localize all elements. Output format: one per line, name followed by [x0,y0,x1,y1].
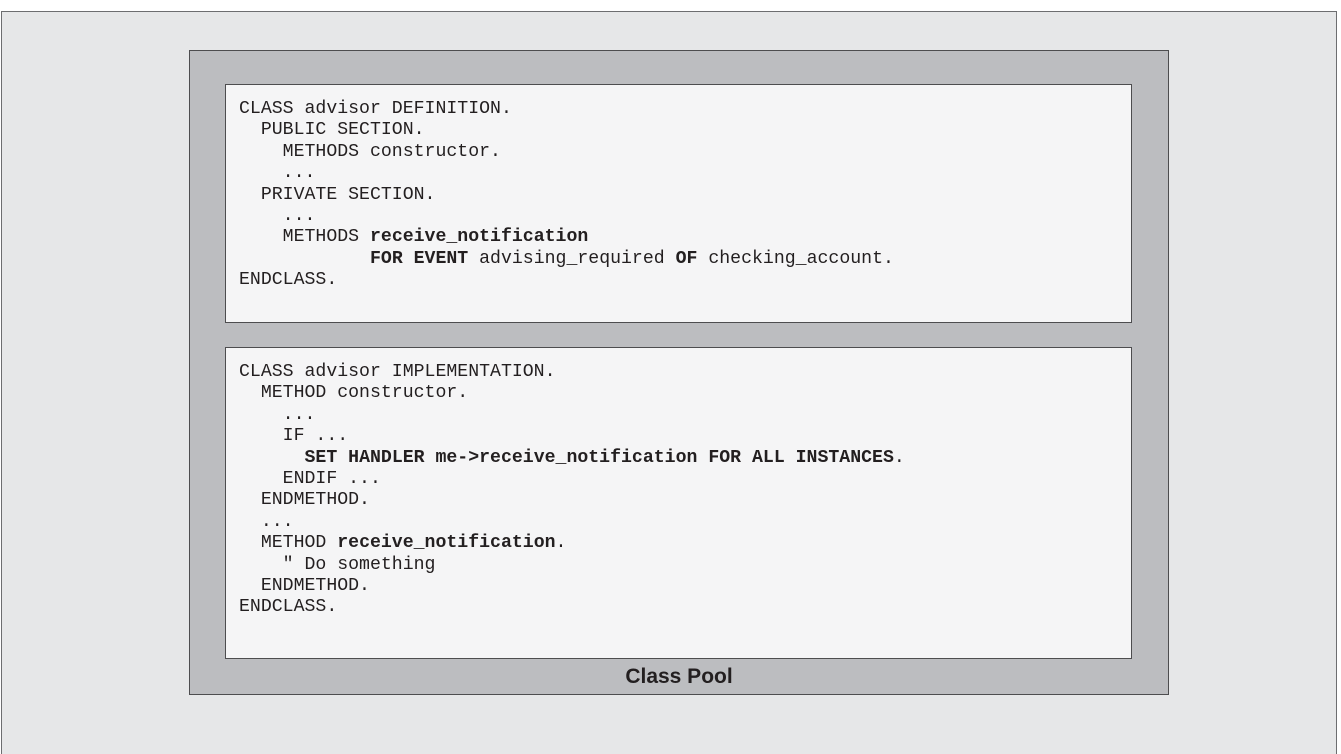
code-text: ... [239,205,316,226]
code-text: ENDCLASS. [239,597,338,618]
code-line: ENDMETHOD. [239,490,905,511]
code-text: METHODS constructor. [239,141,501,162]
code-text: ENDIF ... [239,468,381,489]
code-line: CLASS advisor DEFINITION. [239,99,894,120]
code-text: ... [239,511,294,532]
code-text: CLASS advisor IMPLEMENTATION. [239,362,556,382]
code-line: SET HANDLER me->receive_notification FOR… [239,448,905,469]
code-keyword: receive_notification [369,227,589,248]
code-line: FOR EVENT advising_required OF checking_… [239,249,894,270]
code-line: PRIVATE SECTION. [239,185,894,206]
code-line: ... [239,206,894,227]
code-line: METHOD constructor. [239,383,905,404]
code-text: ENDMETHOD. [239,490,370,511]
code-text: METHOD [239,533,338,554]
code-text: . [893,447,905,468]
code-text: " Do something [239,554,436,575]
code-text: ... [239,404,316,425]
code-text: advising_required [468,248,676,269]
code-line: " Do something [239,555,905,576]
code-line: ... [239,512,905,533]
code-text: METHOD constructor. [239,383,469,404]
code-keyword: SET HANDLER me->receive_notification FOR… [304,447,894,468]
code-line: METHODS receive_notification [239,227,894,248]
code-text: PRIVATE SECTION. [239,184,436,205]
code-keyword: FOR EVENT [369,248,469,269]
code-line: ... [239,163,894,184]
code-line: METHOD receive_notification. [239,533,905,554]
code-text: checking_account. [697,248,894,269]
code-line: CLASS advisor IMPLEMENTATION. [239,362,905,383]
code-line: PUBLIC SECTION. [239,120,894,141]
code-text: ENDMETHOD. [239,575,370,596]
code-line: ENDMETHOD. [239,576,905,597]
code-line: ENDCLASS. [239,270,894,291]
code-text: PUBLIC SECTION. [239,120,425,141]
code-text: METHODS [239,227,370,248]
code-line: ... [239,405,905,426]
code-text: ... [239,163,316,184]
code-text: . [555,533,567,554]
code-text: ENDCLASS. [239,270,338,291]
code-text: IF ... [239,426,349,447]
class-implementation-code: CLASS advisor IMPLEMENTATION. METHOD con… [239,362,905,619]
code-line: IF ... [239,426,905,447]
code-keyword: receive_notification [337,533,556,554]
class-definition-code: CLASS advisor DEFINITION. PUBLIC SECTION… [239,99,894,292]
code-text: CLASS advisor DEFINITION. [239,99,512,119]
code-line: ENDIF ... [239,469,905,490]
code-line: ENDCLASS. [239,597,905,618]
class-implementation-code-box: CLASS advisor IMPLEMENTATION. METHOD con… [225,347,1132,659]
code-keyword: OF [675,248,698,269]
code-line: METHODS constructor. [239,142,894,163]
class-definition-code-box: CLASS advisor DEFINITION. PUBLIC SECTION… [225,84,1132,323]
class-pool-label: Class Pool [625,665,733,688]
